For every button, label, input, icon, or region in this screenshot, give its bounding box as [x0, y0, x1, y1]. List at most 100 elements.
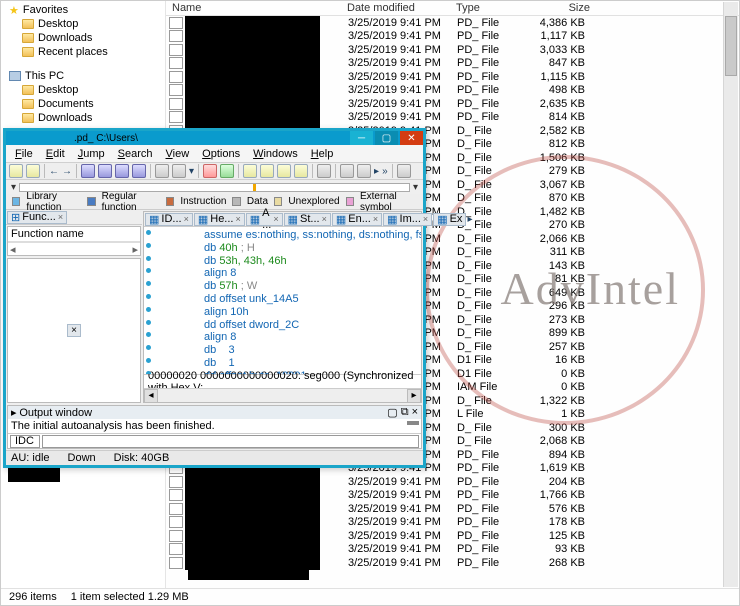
tool-icon[interactable]: [155, 164, 169, 178]
fwd-icon[interactable]: →: [62, 166, 72, 177]
tool-icon[interactable]: [243, 164, 257, 178]
tool-icon[interactable]: [317, 164, 331, 178]
menu-edit[interactable]: Edit: [41, 147, 70, 161]
checkbox[interactable]: [169, 530, 183, 542]
save-icon[interactable]: [26, 164, 40, 178]
close-icon[interactable]: ×: [322, 214, 327, 224]
tool-icon[interactable]: [81, 164, 95, 178]
output-text[interactable]: The initial autoanalysis has been finish…: [8, 419, 421, 433]
cell-type: D_ File: [451, 435, 527, 447]
menu-jump[interactable]: Jump: [73, 147, 110, 161]
functions-hscroll[interactable]: ◂▸: [8, 242, 140, 255]
tool-icon[interactable]: [397, 164, 411, 178]
close-icon[interactable]: ×: [58, 212, 63, 222]
open-icon[interactable]: [9, 164, 23, 178]
tool-icon[interactable]: [294, 164, 308, 178]
tool-icon[interactable]: [172, 164, 186, 178]
disasm-tab[interactable]: ▦Im...×: [383, 213, 432, 226]
grip-icon[interactable]: [407, 421, 419, 425]
disasm-tab[interactable]: ▦He...×: [194, 213, 245, 226]
tree-item-downloads2[interactable]: Downloads: [9, 111, 165, 125]
tool-icon[interactable]: [340, 164, 354, 178]
thispc-node[interactable]: This PC: [9, 69, 165, 83]
tool-icon[interactable]: [277, 164, 291, 178]
checkbox[interactable]: [169, 84, 183, 96]
tabs-more-icon[interactable]: ▸: [467, 214, 472, 225]
back-icon[interactable]: ←: [49, 166, 59, 177]
tool-icon[interactable]: [115, 164, 129, 178]
col-date[interactable]: Date modified: [341, 1, 450, 15]
checkbox[interactable]: [169, 57, 183, 69]
graph-overview[interactable]: ×: [7, 258, 141, 403]
checkbox[interactable]: [169, 98, 183, 110]
down-icon[interactable]: ▾: [189, 166, 194, 177]
tool-icon[interactable]: [98, 164, 112, 178]
output-header[interactable]: ▸ Output window ▢⧉×: [8, 406, 421, 419]
disasm-tab[interactable]: ▦A ...×: [246, 213, 283, 226]
tool-icon[interactable]: [132, 164, 146, 178]
close-icon[interactable]: ×: [67, 324, 81, 337]
play-icon[interactable]: »: [382, 166, 388, 177]
cell-size: 498 KB: [527, 84, 599, 96]
explorer-vscrollbar[interactable]: [723, 2, 738, 587]
checkbox[interactable]: [169, 489, 183, 501]
checkbox[interactable]: [169, 71, 183, 83]
menu-view[interactable]: View: [161, 147, 195, 161]
disasm-tab[interactable]: ▦ID...×: [145, 213, 193, 226]
tree-item-downloads[interactable]: Downloads: [9, 31, 165, 45]
command-input[interactable]: [42, 435, 419, 448]
tree-item-desktop2[interactable]: Desktop: [9, 83, 165, 97]
close-icon[interactable]: ×: [273, 214, 278, 224]
disasm-hscroll[interactable]: ◂▸: [144, 388, 421, 402]
menu-windows[interactable]: Windows: [248, 147, 303, 161]
close-icon[interactable]: ×: [423, 214, 428, 224]
checkbox[interactable]: [169, 503, 183, 515]
play-icon[interactable]: ▸: [374, 166, 379, 177]
menu-help[interactable]: Help: [306, 147, 339, 161]
close-icon[interactable]: ×: [373, 214, 378, 224]
tool-icon[interactable]: [260, 164, 274, 178]
checkbox[interactable]: [169, 476, 183, 488]
tool-icon[interactable]: [357, 164, 371, 178]
menu-search[interactable]: Search: [113, 147, 158, 161]
lang-selector[interactable]: IDC: [10, 435, 40, 448]
menu-file[interactable]: File: [10, 147, 38, 161]
checkbox[interactable]: [169, 111, 183, 123]
tool-icon[interactable]: [203, 164, 217, 178]
disasm-code[interactable]: assume es:nothing, ss:nothing, ds:nothin…: [144, 227, 421, 374]
split-icon[interactable]: ⧉: [401, 406, 409, 419]
expand-icon[interactable]: ▸: [11, 406, 17, 419]
run-icon[interactable]: [220, 164, 234, 178]
col-type[interactable]: Type: [450, 1, 526, 15]
col-name[interactable]: Name: [166, 1, 341, 15]
checkbox[interactable]: [169, 30, 183, 42]
disasm-tab[interactable]: ▦En...×: [332, 213, 382, 226]
close-button[interactable]: ✕: [400, 131, 423, 145]
chevron-down-icon[interactable]: ▾: [9, 182, 18, 193]
tree-item-desktop[interactable]: Desktop: [9, 17, 165, 31]
checkbox[interactable]: [169, 17, 183, 29]
tree-item-recent[interactable]: Recent places: [9, 45, 165, 59]
overview-track[interactable]: [19, 183, 410, 192]
tab-functions[interactable]: ⊞Func...×: [7, 211, 67, 224]
close-icon[interactable]: ×: [184, 214, 189, 224]
scrollbar-thumb[interactable]: [725, 16, 737, 76]
favorites-node[interactable]: ★Favorites: [9, 3, 165, 17]
functions-header[interactable]: Function name: [8, 227, 140, 242]
minimize-button[interactable]: ─: [350, 131, 373, 145]
checkbox[interactable]: [169, 516, 183, 528]
col-size[interactable]: Size: [526, 1, 596, 15]
close-icon[interactable]: ×: [412, 406, 418, 419]
window-icon[interactable]: ▢: [387, 406, 397, 419]
column-headers[interactable]: Name Date modified Type Size: [166, 1, 739, 16]
close-icon[interactable]: ×: [235, 214, 240, 224]
checkbox[interactable]: [169, 543, 183, 555]
maximize-button[interactable]: ▢: [375, 131, 398, 145]
checkbox[interactable]: [169, 557, 183, 569]
disasm-tab[interactable]: ▦Ex: [433, 213, 466, 226]
ida-titlebar[interactable]: .pd_ C:\Users\ ─ ▢ ✕: [6, 131, 423, 145]
tree-item-documents[interactable]: Documents: [9, 97, 165, 111]
menu-options[interactable]: Options: [197, 147, 245, 161]
checkbox[interactable]: [169, 44, 183, 56]
disasm-tab[interactable]: ▦St...×: [284, 213, 331, 226]
